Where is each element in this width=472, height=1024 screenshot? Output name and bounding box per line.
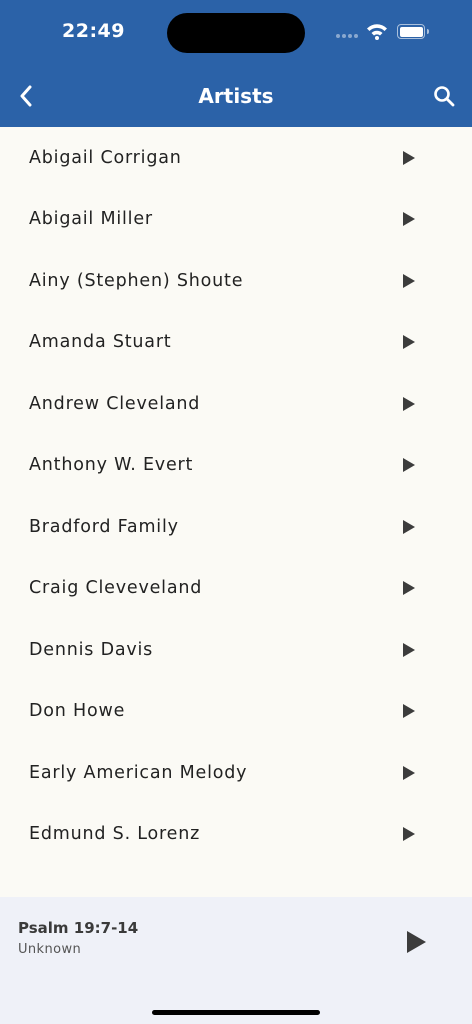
artist-row[interactable]: Craig Cleveveland	[0, 558, 472, 620]
artist-name: Craig Cleveveland	[29, 578, 203, 599]
play-icon[interactable]	[402, 581, 416, 596]
status-time: 22:49	[62, 20, 125, 42]
artist-name: Ainy (Stephen) Shoute	[29, 270, 244, 291]
play-button[interactable]	[404, 930, 428, 954]
play-icon[interactable]	[402, 642, 416, 657]
play-icon[interactable]	[402, 765, 416, 780]
artist-row[interactable]: Abigail Miller	[0, 189, 472, 251]
mini-player[interactable]: Psalm 19:7-14 Unknown	[0, 897, 472, 1024]
artist-row[interactable]: Don Howe	[0, 681, 472, 743]
artist-name: Don Howe	[29, 701, 126, 722]
play-icon[interactable]	[402, 704, 416, 719]
artist-name: Dennis Davis	[29, 639, 154, 660]
artist-row[interactable]: Edmund S. Lorenz	[0, 804, 472, 866]
dynamic-island	[167, 13, 305, 53]
artist-row[interactable]: Early American Melody	[0, 742, 472, 804]
play-icon[interactable]	[402, 519, 416, 534]
artist-name: Bradford Family	[29, 516, 179, 537]
home-indicator	[152, 1010, 320, 1015]
battery-tip	[427, 29, 429, 34]
play-icon[interactable]	[402, 273, 416, 288]
search-button[interactable]	[430, 82, 458, 110]
artist-name: Edmund S. Lorenz	[29, 824, 201, 845]
artist-name: Anthony W. Evert	[29, 455, 194, 476]
play-icon[interactable]	[402, 458, 416, 473]
play-icon[interactable]	[402, 335, 416, 350]
artist-name: Amanda Stuart	[29, 332, 172, 353]
artist-row[interactable]: Ainy (Stephen) Shoute	[0, 250, 472, 312]
play-icon[interactable]	[402, 212, 416, 227]
artist-row[interactable]: Bradford Family	[0, 496, 472, 558]
now-playing-artist: Unknown	[18, 942, 82, 957]
artist-row[interactable]: Amanda Stuart	[0, 312, 472, 374]
play-icon[interactable]	[402, 827, 416, 842]
cellular-signal-icon	[336, 34, 358, 38]
artist-row[interactable]: Abigail Corrigan	[0, 127, 472, 189]
play-icon[interactable]	[402, 396, 416, 411]
artist-row[interactable]: Dennis Davis	[0, 619, 472, 681]
now-playing-title: Psalm 19:7-14	[18, 919, 139, 937]
artist-name: Andrew Cleveland	[29, 393, 201, 414]
search-icon	[434, 86, 455, 107]
artist-name: Early American Melody	[29, 762, 248, 783]
artist-row[interactable]: Anthony W. Evert	[0, 435, 472, 497]
artist-row[interactable]: Andrew Cleveland	[0, 373, 472, 435]
wifi-icon	[367, 24, 387, 40]
artist-name: Abigail Miller	[29, 209, 153, 230]
battery-icon	[397, 24, 425, 39]
app-header: 22:49 Artists	[0, 0, 472, 127]
artist-name: Abigail Corrigan	[29, 147, 182, 168]
artist-list: Abigail Corrigan Abigail Miller Ainy (Step…	[0, 127, 472, 865]
page-title: Artists	[198, 84, 274, 108]
play-icon[interactable]	[402, 150, 416, 165]
